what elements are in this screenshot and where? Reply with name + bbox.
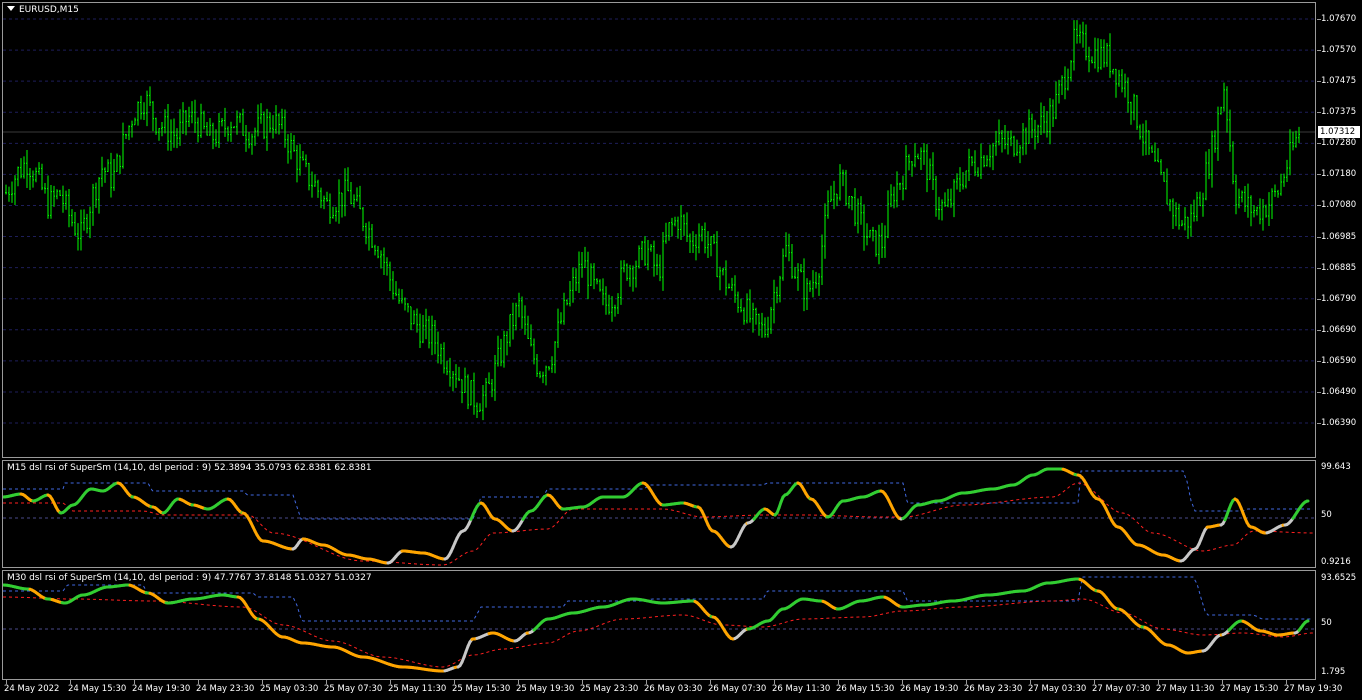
time-label: 26 May 07:30 — [708, 684, 767, 694]
time-label: 24 May 19:30 — [132, 684, 191, 694]
price-label: 1.07670 — [1321, 14, 1357, 24]
symbol-timeframe: EURUSD,M15 — [19, 5, 79, 15]
time-label: 26 May 11:30 — [772, 684, 831, 694]
price-label: 1.07375 — [1321, 107, 1357, 118]
price-label: 1.06590 — [1321, 355, 1357, 366]
time-label: 24 May 23:30 — [196, 684, 255, 694]
price-label: 1.07280 — [1321, 138, 1357, 149]
candlestick-chart[interactable] — [3, 3, 1315, 457]
indicator-pane-m15[interactable]: M15 dsl rsi of SuperSm (14,10, dsl perio… — [2, 460, 1316, 568]
time-label: 25 May 19:30 — [516, 684, 575, 694]
rsi-chart-m30[interactable] — [3, 571, 1315, 679]
time-label: 26 May 23:30 — [964, 684, 1023, 694]
price-label: 1.07475 — [1321, 76, 1357, 87]
price-label: 1.07080 — [1321, 200, 1357, 211]
time-label: 25 May 23:30 — [580, 684, 639, 694]
candles — [5, 20, 1300, 421]
price-label: 1.07570 — [1321, 45, 1357, 56]
indicator-title-m30: M30 dsl rsi of SuperSm (14,10, dsl perio… — [7, 573, 372, 583]
rsi-chart-m15[interactable] — [3, 461, 1315, 567]
upper-dsl-line — [3, 470, 1313, 520]
time-label: 27 May 19:30 — [1284, 684, 1343, 694]
price-label: 1.06390 — [1321, 418, 1357, 429]
time-label: 25 May 07:30 — [324, 684, 383, 694]
indicator-scale-label: 50 — [1321, 618, 1332, 628]
time-label: 25 May 11:30 — [388, 684, 447, 694]
price-label: 1.06790 — [1321, 293, 1357, 304]
price-scale[interactable]: 1.07670 1.07570 1.07475 1.07375 1.07280 1.071… — [1317, 0, 1362, 700]
current-price-label: 1.07312 — [1318, 125, 1360, 138]
indicator-scale-label: 1.795 — [1321, 667, 1346, 677]
price-label: 1.06690 — [1321, 324, 1357, 335]
time-label: 26 May 19:30 — [900, 684, 959, 694]
time-label: 25 May 15:30 — [452, 684, 511, 694]
chart-title[interactable]: EURUSD,M15 — [7, 5, 79, 15]
time-label: 26 May 03:30 — [644, 684, 703, 694]
time-label: 27 May 03:30 — [1028, 684, 1087, 694]
time-label: 27 May 07:30 — [1092, 684, 1151, 694]
price-label: 1.07180 — [1321, 169, 1357, 180]
time-label: 27 May 11:30 — [1156, 684, 1215, 694]
lower-dsl-line — [3, 482, 1314, 566]
time-label: 26 May 15:30 — [836, 684, 895, 694]
indicator-scale-label: 50 — [1321, 510, 1332, 520]
price-label: 1.06985 — [1321, 231, 1357, 242]
time-label: 25 May 03:30 — [260, 684, 319, 694]
time-label: 24 May 15:30 — [68, 684, 127, 694]
indicator-pane-m30[interactable]: M30 dsl rsi of SuperSm (14,10, dsl perio… — [2, 570, 1316, 680]
indicator-title-m15: M15 dsl rsi of SuperSm (14,10, dsl perio… — [7, 463, 372, 473]
time-label: 27 May 15:30 — [1220, 684, 1279, 694]
dropdown-arrow-icon[interactable] — [7, 6, 15, 11]
time-label: 24 May 2022 — [4, 684, 60, 694]
main-chart-pane[interactable]: EURUSD,M15 — [2, 2, 1316, 458]
time-axis[interactable]: 24 May 2022 24 May 15:30 24 May 19:30 24 Ma… — [0, 680, 1362, 700]
indicator-scale-label: 99.643 — [1321, 462, 1351, 472]
indicator-scale-label: 93.6525 — [1321, 573, 1357, 583]
price-label: 1.06885 — [1321, 262, 1357, 273]
price-label: 1.06490 — [1321, 386, 1357, 397]
indicator-scale-label: 0.9216 — [1321, 557, 1351, 567]
